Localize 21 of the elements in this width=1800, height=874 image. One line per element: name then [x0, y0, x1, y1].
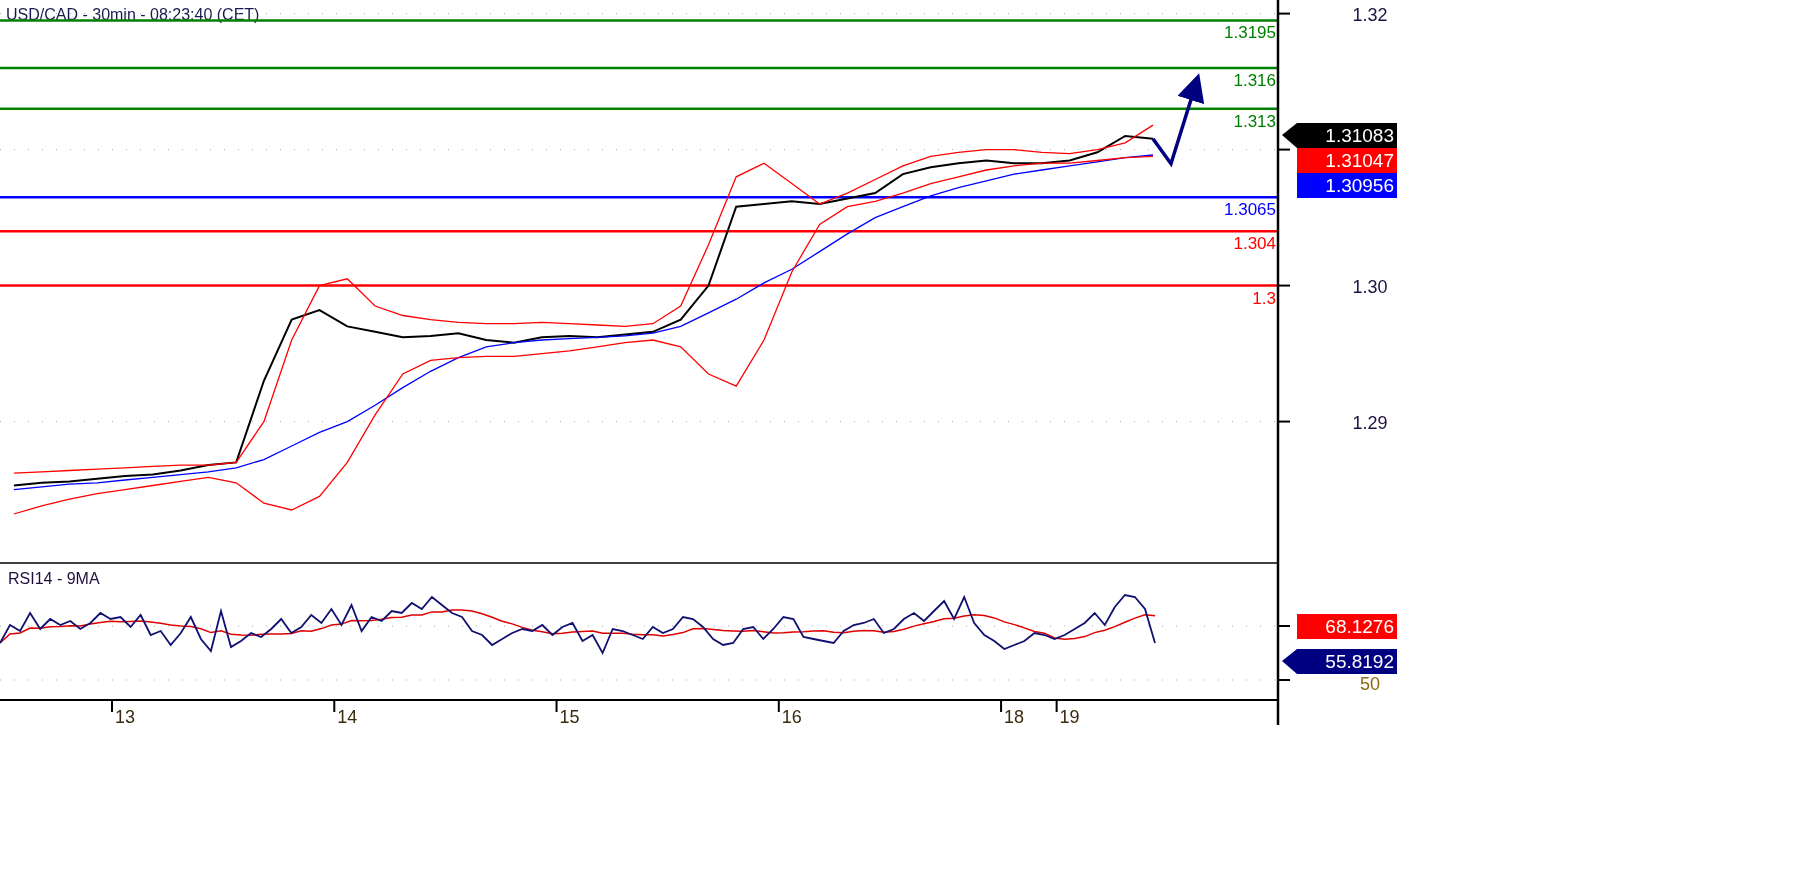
level-label: 1.316 [1233, 71, 1276, 90]
axis-label: 18 [1004, 707, 1025, 727]
value-tag: 68.1276 [1297, 614, 1397, 639]
axis-label: 16 [781, 707, 802, 727]
panel-title: RSI14 - 9MA [8, 570, 100, 587]
axis-label: 14 [337, 707, 358, 727]
level-label: 1.304 [1233, 234, 1276, 254]
price-tag: 1.30956 [1297, 173, 1397, 198]
axis-label: 15 [559, 707, 580, 727]
level-label: 1.3065 [1224, 200, 1276, 220]
axis-label: 13 [115, 707, 136, 727]
level-label: 1.3 [1252, 288, 1276, 308]
chart-title: USD/CAD - 30min - 08:23:40 (CET) [6, 6, 260, 23]
price-tag: 1.31047 [1297, 148, 1397, 173]
axis-label: 19 [1059, 707, 1080, 727]
axis-label: 1.32 [1352, 4, 1388, 25]
axis-label: 50 [1360, 674, 1380, 694]
axis-label: 1.29 [1352, 412, 1388, 433]
level-label: 1.3195 [1224, 23, 1276, 43]
level-label: 1.313 [1233, 111, 1276, 131]
axis-label: 1.30 [1352, 276, 1388, 297]
